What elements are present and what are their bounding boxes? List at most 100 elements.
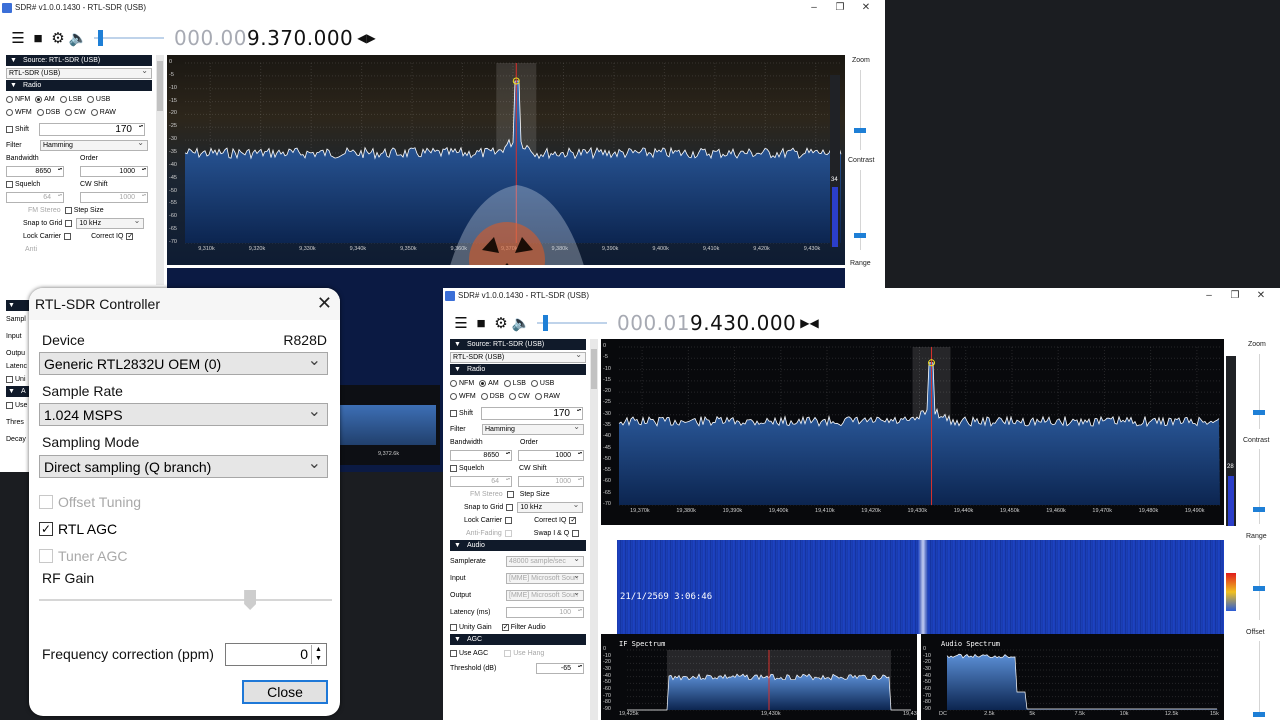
radio-section-header[interactable]: ▼ Radio — [6, 80, 152, 91]
agc-section-header[interactable]: ▼ A — [6, 386, 31, 397]
correctiq-checkbox[interactable]: ✓ — [126, 233, 134, 240]
unity-checkbox[interactable] — [450, 624, 457, 631]
gear-icon[interactable]: ⚙ — [48, 29, 68, 47]
mode-usb[interactable]: USB — [86, 96, 110, 103]
contrast-slider[interactable] — [860, 170, 861, 250]
spectrum-display[interactable]: 0 -5 -10 -15 -20 -25 -30 -35 -40 -45 -50 -55 -60 -65 -… — [167, 55, 845, 265]
fmstereo-checkbox[interactable] — [64, 207, 72, 214]
close-icon[interactable]: ✕ — [317, 293, 332, 314]
close-window-button[interactable]: ✕ — [1248, 288, 1274, 303]
volume-slider[interactable] — [537, 315, 607, 331]
gear-icon[interactable]: ⚙ — [491, 314, 511, 332]
ppm-input[interactable]: 0 ▲ ▼ — [225, 643, 327, 666]
tuning-arrows-icon[interactable]: ◀▶ — [357, 31, 375, 45]
tuning-lock-icon[interactable]: ▶◀ — [800, 316, 818, 330]
volume-slider-thumb[interactable] — [98, 30, 103, 46]
useagc-checkbox[interactable] — [6, 402, 13, 409]
zoom-thumb[interactable] — [1253, 410, 1265, 415]
spectrum-display[interactable]: 0 -5 -10 -15 -20 -25 -30 -35 -40 -45 -50 -55 -60 -65 -… — [601, 339, 1224, 525]
audio-spectrum-panel[interactable]: Audio Spectrum 0 -10 -20 -30 -40 -50 -60 -70 -80… — [921, 634, 1224, 720]
mode-nfm[interactable]: NFM — [6, 96, 30, 103]
mode-usb[interactable]: USB — [530, 380, 554, 387]
threshold-input[interactable]: -65 — [536, 663, 584, 674]
lockcarrier-checkbox[interactable] — [64, 233, 72, 240]
mode-wfm[interactable]: WFM — [450, 393, 476, 400]
zoom-slider[interactable] — [1259, 354, 1260, 429]
samplerate-select[interactable]: 1.024 MSPS — [39, 401, 328, 426]
contrast-thumb[interactable] — [1253, 507, 1265, 512]
shift-checkbox[interactable] — [450, 410, 457, 417]
output-select[interactable]: [MME] Microsoft Soun — [506, 588, 584, 601]
agc-section-header[interactable]: ▼ AGC — [450, 634, 586, 645]
restore-button[interactable]: ❐ — [827, 0, 853, 15]
contrast-slider[interactable] — [1259, 449, 1260, 524]
mode-wfm[interactable]: WFM — [6, 109, 32, 116]
speaker-icon[interactable]: 🔈 — [511, 314, 531, 332]
source-select[interactable]: RTL-SDR (USB) — [6, 66, 152, 79]
stop-icon[interactable]: ■ — [471, 315, 491, 332]
audio-section-header[interactable]: ▼ Audio — [450, 540, 586, 551]
filteraudio-checkbox[interactable]: ✓ — [501, 624, 509, 631]
ppm-spinner[interactable]: ▲ ▼ — [311, 645, 325, 664]
device-select[interactable]: Generic RTL2832U OEM (0) — [39, 350, 328, 375]
menu-icon[interactable]: ☰ — [8, 29, 28, 47]
mode-nfm[interactable]: NFM — [450, 380, 474, 387]
snap-checkbox[interactable] — [506, 504, 514, 511]
minimize-button[interactable]: – — [801, 0, 827, 15]
mode-dsb[interactable]: DSB — [480, 393, 504, 400]
source-select[interactable]: RTL-SDR (USB) — [450, 350, 586, 363]
input-select[interactable]: [MME] Microsoft Soun — [506, 571, 584, 584]
zoom-slider[interactable] — [860, 70, 861, 150]
stepsize-select[interactable]: 10 kHz — [76, 216, 145, 229]
latency-input[interactable]: 100 — [506, 607, 584, 618]
samplerate-select[interactable]: 48000 sample/sec — [506, 554, 584, 567]
close-window-button[interactable]: ✕ — [853, 0, 879, 15]
shift-input[interactable]: 170 — [39, 123, 145, 136]
order-input[interactable]: 1000 — [80, 166, 148, 177]
waterfall-display[interactable]: 21/1/2569 3:06:46 — [617, 540, 1224, 634]
rfgain-slider-thumb[interactable] — [244, 590, 257, 610]
mode-lsb[interactable]: LSB — [59, 96, 82, 103]
side-scrollbar[interactable] — [156, 55, 164, 285]
cwshift-input[interactable]: 1000 — [80, 192, 148, 203]
filter-select[interactable]: Hamming — [40, 138, 148, 151]
shift-input[interactable]: 170 — [481, 407, 583, 420]
mode-raw[interactable]: RAW — [90, 109, 116, 116]
volume-slider[interactable] — [94, 30, 164, 46]
offset-slider[interactable] — [1259, 641, 1260, 716]
close-button[interactable]: Close — [242, 680, 328, 704]
rfgain-slider[interactable] — [39, 590, 332, 610]
mode-am[interactable]: AM — [479, 380, 499, 387]
correctiq-checkbox[interactable]: ✓ — [569, 517, 577, 524]
mode-raw[interactable]: RAW — [534, 393, 560, 400]
mode-cw[interactable]: CW — [65, 109, 86, 116]
mode-am[interactable]: AM — [35, 96, 55, 103]
side-scrollbar[interactable] — [590, 339, 598, 720]
if-spectrum-panel[interactable]: IF Spectrum 0 -10 -20 -30 -40 -50 -60 -70 -80 -90… — [601, 634, 917, 720]
samplingmode-select[interactable]: Direct sampling (Q branch) — [39, 453, 328, 478]
restore-button[interactable]: ❐ — [1222, 288, 1248, 303]
audio-section-header[interactable]: ▼ — [6, 300, 31, 311]
radio-section-header[interactable]: ▼ Radio — [450, 364, 586, 375]
source-section-header[interactable]: ▼ Source: RTL-SDR (USB) — [6, 55, 152, 66]
squelch-checkbox[interactable] — [450, 465, 457, 472]
unity-checkbox[interactable] — [6, 376, 13, 383]
scrollbar-thumb[interactable] — [591, 349, 597, 389]
bandwidth-input[interactable]: 8650 — [450, 450, 512, 461]
frequency-display[interactable]: 000.019.430.000 — [617, 311, 796, 335]
offset-thumb[interactable] — [1253, 712, 1265, 717]
shift-checkbox[interactable] — [6, 126, 13, 133]
antifading-checkbox[interactable] — [504, 530, 512, 537]
menu-icon[interactable]: ☰ — [451, 314, 471, 332]
volume-slider-thumb[interactable] — [543, 315, 548, 331]
squelch-input[interactable]: 64 — [6, 192, 64, 203]
zoom-thumb[interactable] — [854, 128, 866, 133]
fmstereo-checkbox[interactable] — [506, 491, 514, 498]
snap-checkbox[interactable] — [65, 220, 73, 227]
range-slider[interactable] — [1259, 545, 1260, 620]
scrollbar-thumb[interactable] — [157, 61, 163, 111]
stepsize-select[interactable]: 10 kHz — [517, 500, 584, 513]
cwshift-input[interactable]: 1000 — [518, 476, 584, 487]
filter-select[interactable]: Hamming — [482, 422, 584, 435]
rtl-agc-checkbox[interactable]: ✓ RTL AGC — [39, 521, 117, 537]
